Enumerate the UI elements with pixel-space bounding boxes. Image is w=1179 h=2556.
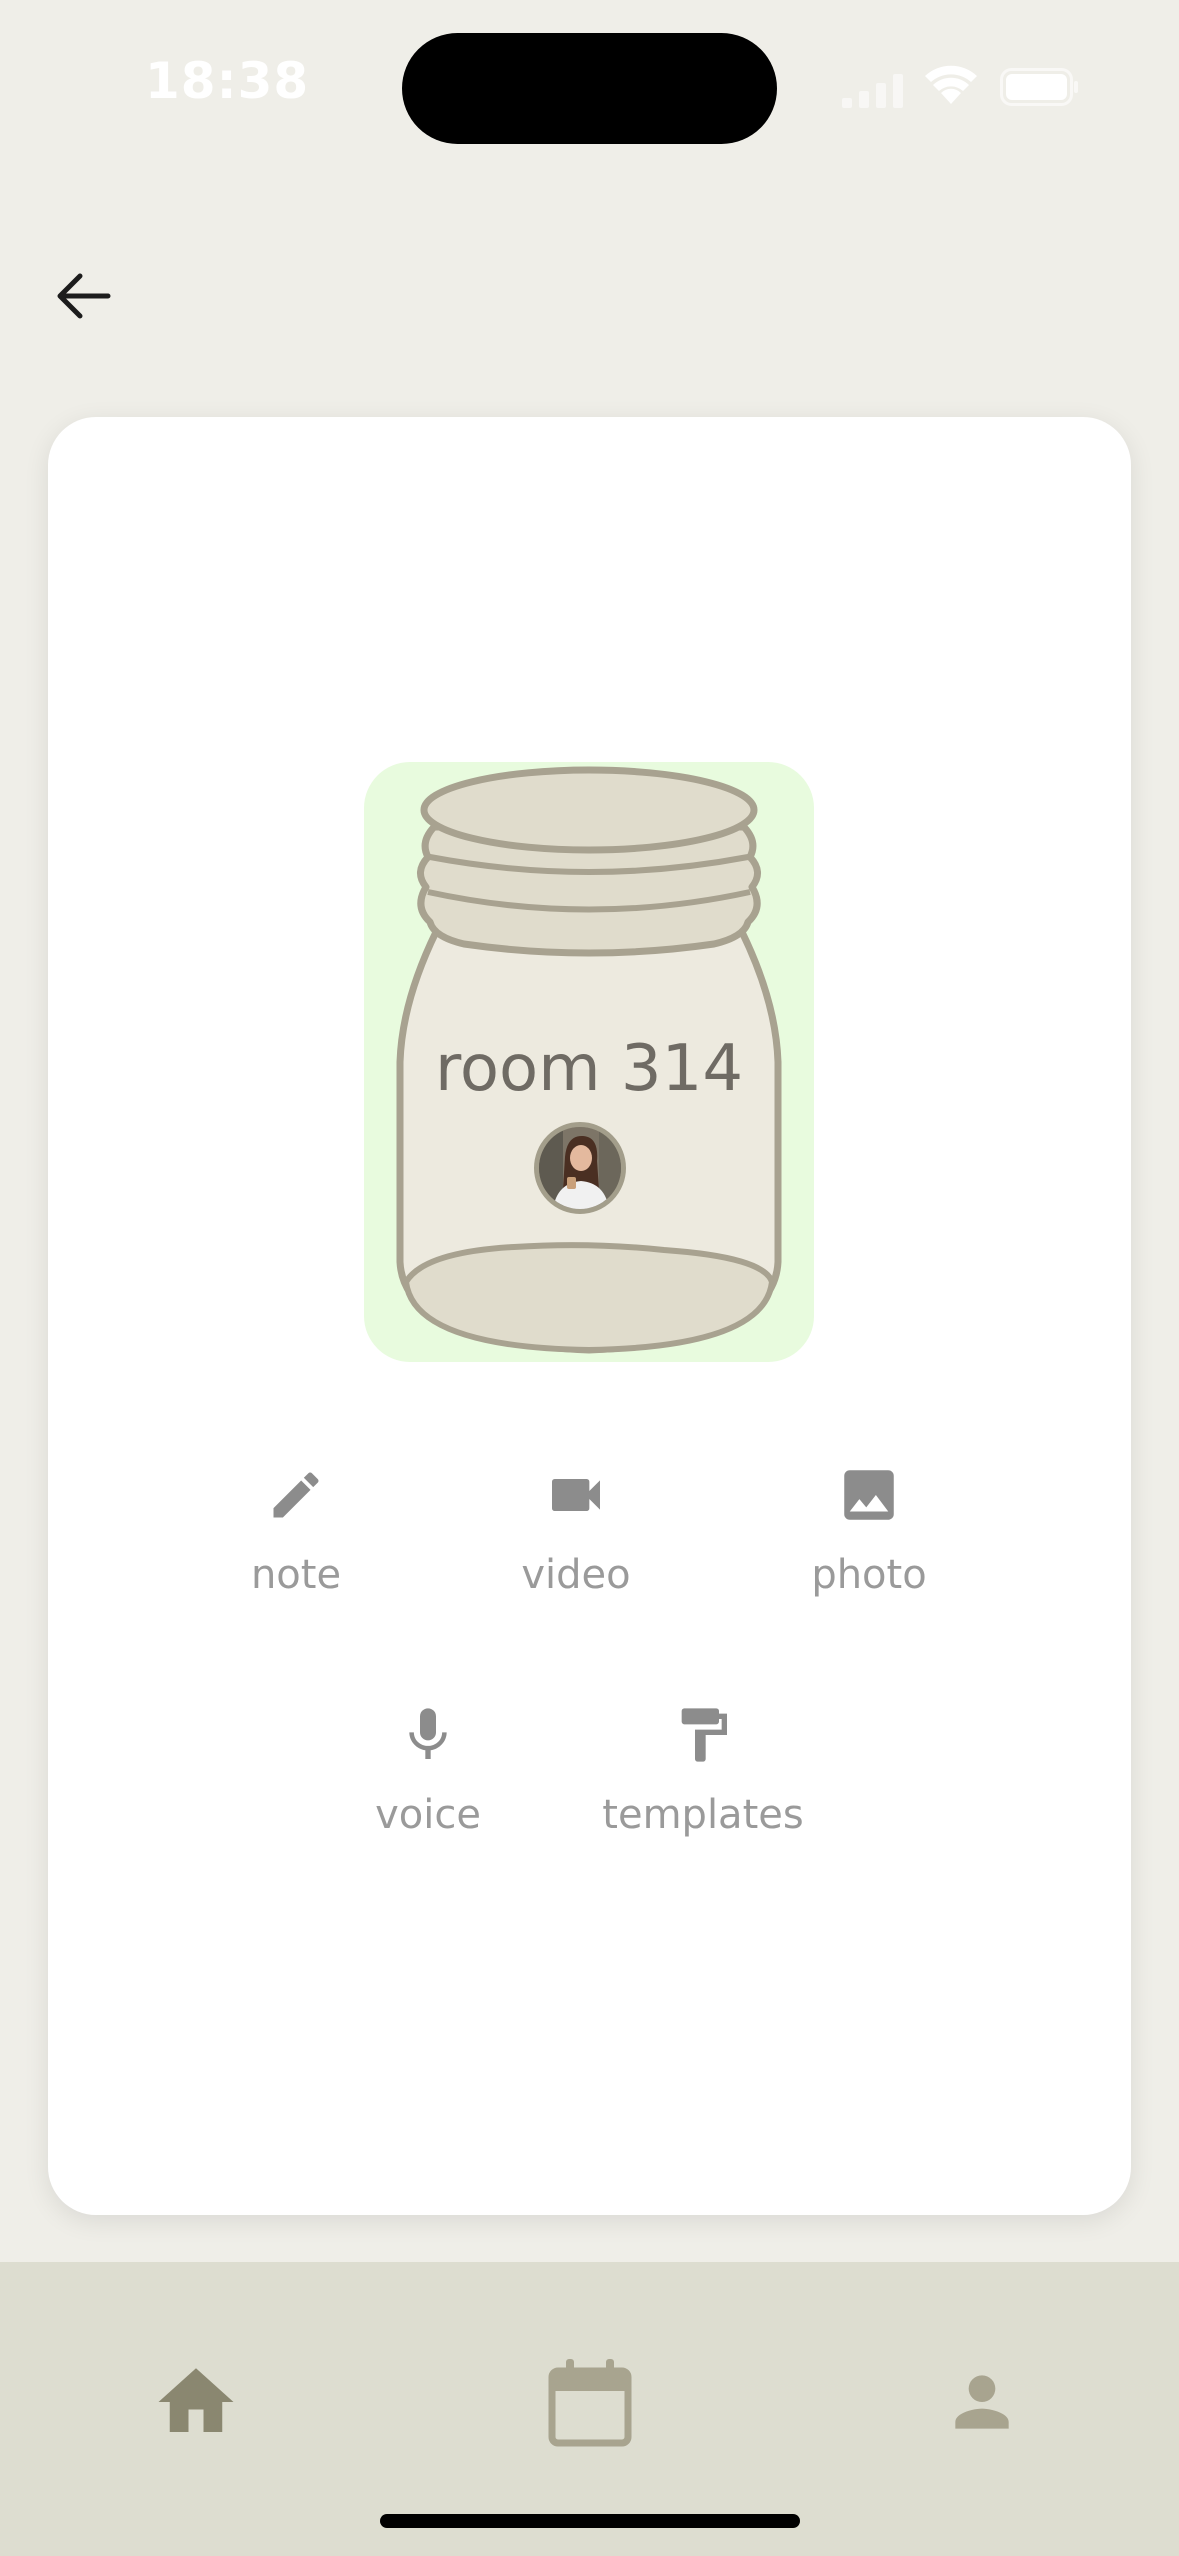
video-label: video bbox=[521, 1552, 631, 1598]
avatar bbox=[534, 1122, 626, 1214]
dynamic-island bbox=[402, 33, 777, 144]
photo-label: photo bbox=[811, 1552, 927, 1598]
wifi-icon bbox=[925, 65, 977, 104]
status-time: 18:38 bbox=[145, 52, 310, 110]
note-button[interactable]: note bbox=[186, 1460, 406, 1598]
bottom-navigation bbox=[0, 2262, 1179, 2556]
person-icon bbox=[955, 2375, 1009, 2429]
arrow-back-icon bbox=[57, 273, 111, 319]
home-icon bbox=[158, 2368, 234, 2432]
cellular-signal-icon bbox=[842, 74, 903, 108]
profile-photo bbox=[539, 1127, 621, 1209]
battery-icon bbox=[1000, 68, 1078, 106]
mic-icon bbox=[393, 1700, 463, 1770]
templates-button[interactable]: templates bbox=[593, 1700, 813, 1838]
image-icon bbox=[834, 1460, 904, 1530]
back-button[interactable] bbox=[44, 256, 124, 336]
voice-button[interactable]: voice bbox=[318, 1700, 538, 1838]
photo-button[interactable]: photo bbox=[759, 1460, 979, 1598]
videocam-icon bbox=[541, 1460, 611, 1530]
note-label: note bbox=[250, 1552, 342, 1598]
video-button[interactable]: video bbox=[466, 1460, 686, 1598]
nav-calendar[interactable] bbox=[530, 2342, 650, 2462]
calendar-icon bbox=[548, 2359, 632, 2447]
templates-label: templates bbox=[602, 1792, 804, 1838]
status-bar: 18:38 bbox=[0, 0, 1179, 170]
nav-home[interactable] bbox=[136, 2342, 256, 2462]
paint-roller-icon bbox=[668, 1700, 738, 1770]
jar-title: room 314 bbox=[434, 1032, 744, 1106]
voice-label: voice bbox=[375, 1792, 481, 1838]
home-indicator bbox=[380, 2514, 800, 2528]
pencil-icon bbox=[261, 1460, 331, 1530]
jar-tile[interactable]: room 314 bbox=[364, 762, 814, 1362]
nav-profile[interactable] bbox=[922, 2342, 1042, 2462]
